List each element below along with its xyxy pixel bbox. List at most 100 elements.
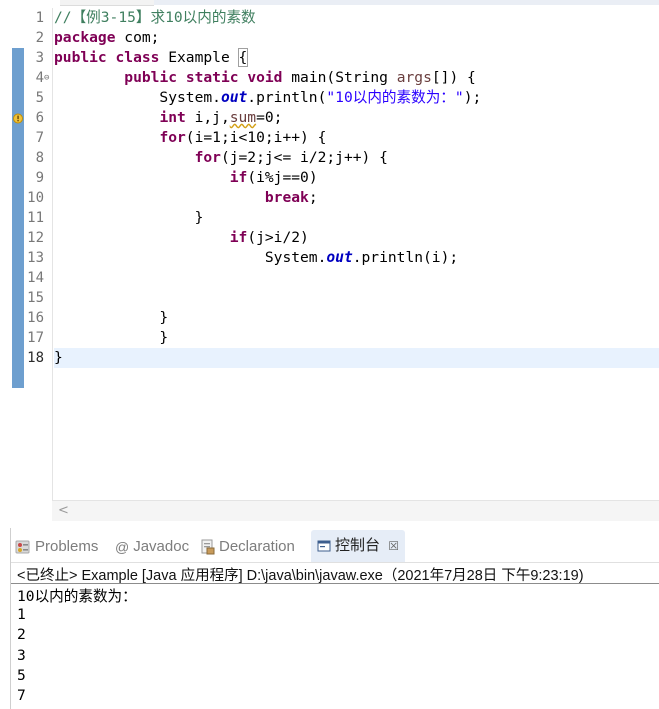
code-text: main(String [282,69,397,86]
matching-brace: { [237,48,249,67]
console-output-line: 7 [17,687,26,704]
code-text: com; [115,29,160,46]
code-line-17: } [54,328,168,348]
code-line-18-current: } [54,348,659,368]
tab-problems-label: Problems [35,538,99,555]
line-number: 15 [27,290,44,306]
code-text: .println(i); [352,249,459,266]
problems-icon [15,540,30,554]
keyword: int [159,109,186,126]
line-number: 1 [35,10,44,26]
line-number-current: 18 [27,350,44,366]
code-line-10: break; [54,188,318,208]
code-text: System. [54,89,221,106]
line-number: 11 [27,210,44,226]
code-line-11: } [54,208,204,228]
code-text: System. [54,249,327,266]
tab-declaration-label: Declaration [219,538,295,555]
editor-tab-strip-fill [154,0,659,5]
code-text: ); [463,89,482,106]
keyword: if [229,169,248,186]
line-number: 2 [35,30,44,46]
tab-javadoc-label: Javadoc [133,538,190,555]
code-line-1: //【例3-15】求10以内的素数 [54,8,256,28]
line-number: 7 [35,130,44,146]
code-text: ; [308,189,318,206]
fold-collapse-icon[interactable]: ⊖ [44,74,53,83]
tab-javadoc[interactable]: @ Javadoc [115,536,189,558]
code-area[interactable]: //【例3-15】求10以内的素数 package com; public cl… [54,8,659,500]
console-icon [317,540,331,552]
string-literal: "10以内的素数为：" [326,89,464,106]
comment: //【例3-15】求10以内的素数 [54,9,256,26]
views-panel: Problems @ Javadoc Declaration 控制台 ☒ <已终止… [10,528,659,709]
code-text: .println( [247,89,327,106]
code-text: } [54,349,63,366]
line-number: 13 [27,250,44,266]
scroll-left-icon[interactable]: < [58,503,69,518]
console-output-line: 1 [17,606,26,623]
close-icon[interactable]: ☒ [388,539,399,553]
line-number: 6 [35,110,44,126]
line-number: 3 [35,50,44,66]
console-output-line: 3 [17,647,26,664]
unused-variable[interactable]: sum [230,109,256,126]
console-output-line: 2 [17,626,26,643]
line-number: 4 [35,70,44,86]
editor-tab-strip [0,0,659,8]
keyword: static [185,69,239,86]
keyword: if [229,229,248,246]
line-number: 5 [35,90,44,106]
parameter: args [396,69,432,86]
static-field: out [326,249,353,266]
code-line-2: package com; [54,28,159,48]
line-number: 9 [35,170,44,186]
code-line-12: if(j>i/2) [54,228,309,248]
code-text: []) { [431,69,476,86]
view-tab-bar: Problems @ Javadoc Declaration 控制台 ☒ [11,528,659,563]
line-number: 8 [35,150,44,166]
keyword: public [54,49,107,66]
keyword: break [264,189,309,206]
tab-problems[interactable]: Problems [15,536,98,558]
code-line-4: public static void main(String args[]) { [54,68,476,88]
code-line-3: public class Example { [54,48,249,68]
console-divider [11,583,659,584]
editor-tab[interactable] [60,0,154,6]
code-line-8: for(j=2;j<= i/2;j++) { [54,148,388,168]
line-number: 14 [27,270,44,286]
keyword: package [54,29,116,46]
code-line-7: for(i=1;i<10;i++) { [54,128,326,148]
code-text: =0; [256,109,283,126]
tab-console-label: 控制台 [335,537,381,554]
tab-declaration[interactable]: Declaration [201,536,295,558]
tab-console[interactable]: 控制台 ☒ [311,530,405,562]
code-text: } [54,209,204,226]
at-icon: @ [115,539,130,556]
code-editor[interactable]: ⊖ 1 2 3 4 5 6 7 8 9 10 11 12 13 14 15 16… [0,0,659,521]
console-status-line: <已终止> Example [Java 应用程序] D:\java\bin\ja… [17,568,584,584]
horizontal-scrollbar[interactable]: < [52,500,659,521]
code-text: i,j, [185,109,230,126]
code-line-5: System.out.println("10以内的素数为："); [54,88,481,108]
code-text: (i%j==0) [247,169,318,186]
code-line-16: } [54,308,168,328]
keyword: void [247,69,283,86]
line-number: 12 [27,230,44,246]
keyword: class [115,49,160,66]
code-line-9: if(i%j==0) [54,168,318,188]
static-field: out [220,89,248,106]
console-output-line: 10以内的素数为： [17,588,137,605]
code-text: Example [159,49,239,66]
declaration-icon [201,539,215,555]
line-number-gutter[interactable]: ⊖ 1 2 3 4 5 6 7 8 9 10 11 12 13 14 15 16… [0,8,53,500]
keyword: public [124,69,178,86]
line-number: 10 [27,190,44,206]
